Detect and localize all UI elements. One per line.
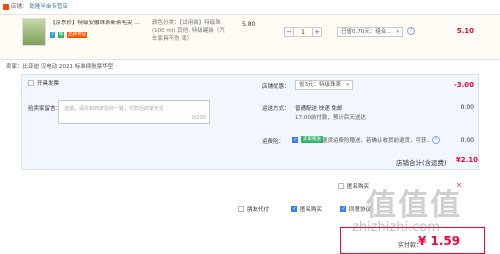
product-thumbnail[interactable]: [22, 18, 46, 46]
shop-label: 店铺：: [10, 4, 28, 10]
friend-pay-label: 朋友代付: [247, 207, 270, 213]
message-counter: 0/200: [191, 115, 206, 121]
shop-discount-amount: -3.00: [453, 81, 474, 89]
shipping-note: 17:00前付款，预计后天送达: [295, 115, 366, 121]
item-subtotal: 5.10: [456, 27, 474, 35]
insurance-label: 运费险：: [262, 139, 285, 145]
product-tag: 赠: [57, 32, 65, 38]
message-textarea[interactable]: 选填，请先和商家协商一致，付款后商家可见 0/200: [58, 100, 210, 124]
option1-label: 匿名购买: [300, 207, 323, 213]
quantity-increment-button[interactable]: +: [312, 27, 322, 37]
shop-discount-select-value: 省3元：特级珠茶: [299, 82, 341, 88]
product-tag: 品质保证: [67, 32, 88, 38]
help-icon[interactable]: ?: [407, 27, 415, 35]
actual-pay-amount: ¥ 1.59: [418, 234, 461, 248]
product-specs: 颜色分类：【试用装】特级珠(100 ml) 其他: 特级罐装（汽车家具不伤 漆）: [152, 20, 225, 42]
message-placeholder: 选填，请先和商家协商一致，付款后商家可见: [64, 106, 165, 112]
watermark-logo: 值值值: [366, 180, 462, 224]
insurance-badge: 卖家赠送: [301, 136, 323, 143]
chevron-down-icon: ▾: [346, 82, 349, 88]
shop-discount-label: 店铺优惠：: [262, 84, 290, 90]
watermark-text: 值值值: [366, 188, 462, 223]
friend-pay-checkbox[interactable]: [238, 206, 244, 212]
chevron-down-icon: ▾: [396, 29, 399, 35]
shipping-method: 普通配送 快递 免邮: [295, 106, 343, 112]
option2-checkbox[interactable]: [340, 206, 346, 212]
watermark-url: zhizhizhi.com: [352, 220, 440, 235]
promo-line: 卖家：比亚迪 汉电动 2021 标准续航豪华型: [6, 64, 114, 70]
product-tags: 7 赠 品质保证: [50, 30, 130, 38]
insurance-checkbox[interactable]: [292, 137, 298, 143]
shipping-label: 运送方式：: [262, 106, 290, 112]
unit-price: 5.80: [242, 21, 256, 28]
help-icon[interactable]: ?: [432, 136, 440, 144]
shipping-cost: 0.00: [460, 104, 474, 111]
discount-select[interactable]: 已省0.70元：组合... ▾: [337, 27, 403, 37]
shop-total-amount: ¥2.10: [455, 156, 478, 164]
quantity-value[interactable]: 1: [294, 27, 312, 37]
message-label: 给卖家留言：: [28, 106, 62, 112]
discount-select-value: 已省0.70元：组合...: [341, 29, 392, 35]
shop-header: 店铺： 乾隆半亩专营店: [3, 0, 497, 14]
invoice-checkbox[interactable]: [28, 80, 34, 86]
insurance-cost: 0.00: [460, 137, 474, 144]
shop-discount-select[interactable]: 省3元：特级珠茶 ▾: [295, 80, 353, 90]
shop-total-label: 店铺合计(含运费): [396, 159, 447, 167]
shop-icon: [3, 3, 9, 10]
option1-checkbox[interactable]: [291, 206, 297, 212]
quantity-decrement-button[interactable]: −: [284, 27, 294, 37]
quantity-stepper: − 1 +: [284, 27, 326, 37]
invoice-label: 开具发票: [37, 81, 60, 87]
product-title-link[interactable]: 【京东价】特级安徽珠茶新茶毛尖 ...: [50, 20, 142, 27]
anonymous-checkbox[interactable]: [338, 183, 344, 189]
insurance-text: 退货运费险赠送，若确认收货前退货，可获...: [322, 138, 430, 144]
product-tag: 7: [50, 32, 55, 38]
shop-name-link[interactable]: 乾隆半亩专营店: [29, 4, 68, 10]
